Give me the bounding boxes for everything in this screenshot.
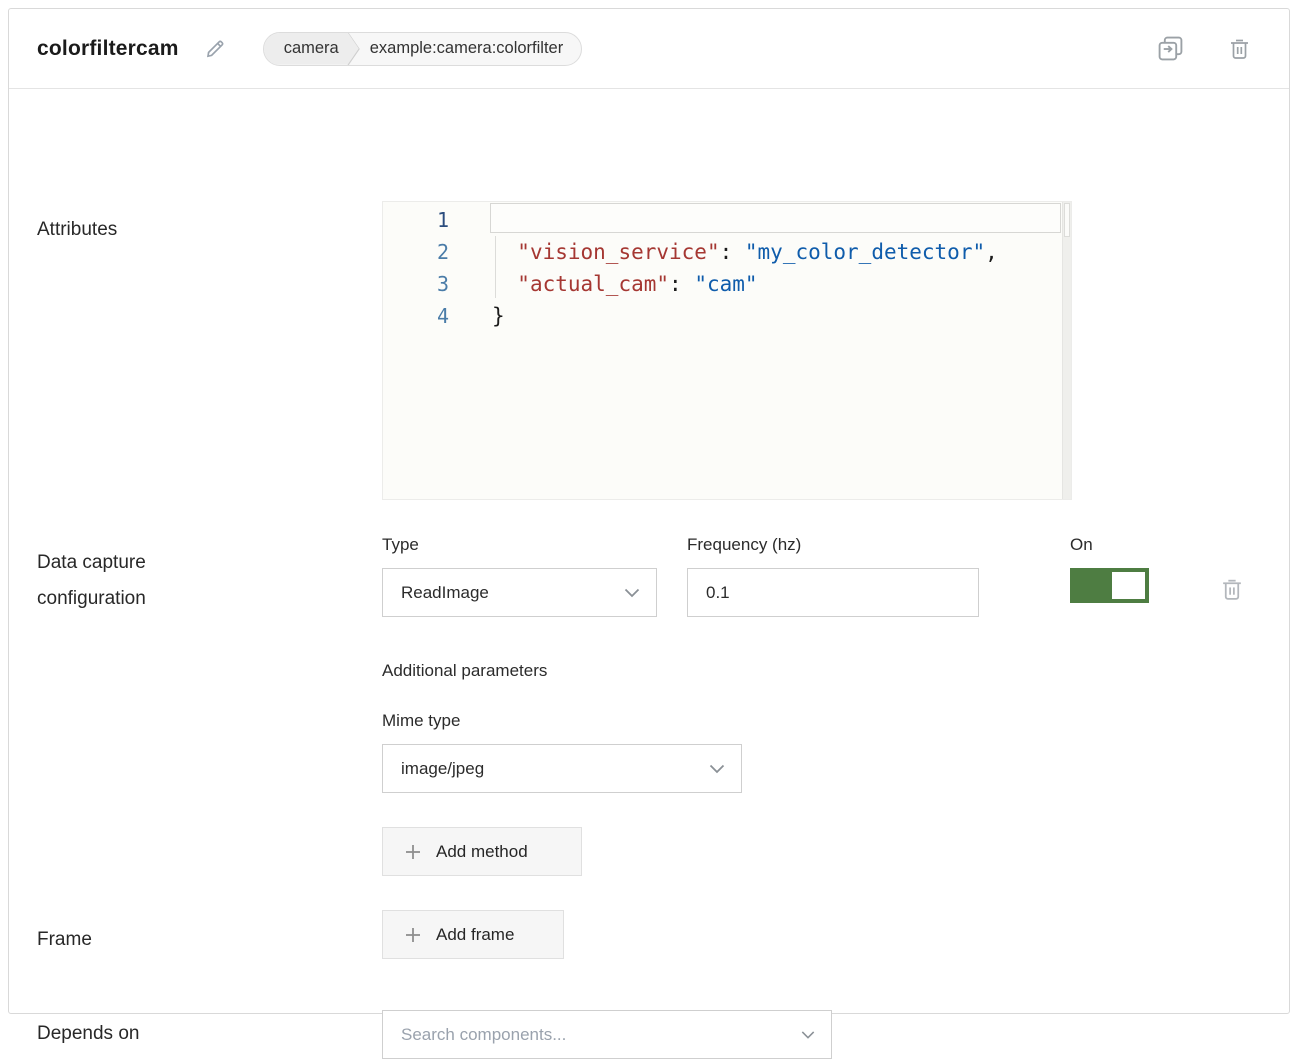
delete-capture-method-button[interactable]	[1220, 576, 1244, 602]
component-name: colorfiltercam	[37, 37, 179, 61]
code-separator: :	[720, 240, 745, 264]
mime-type-value: image/jpeg	[401, 759, 484, 779]
frame-label: Frame	[37, 929, 92, 951]
code-key: "actual_cam"	[517, 272, 669, 296]
line-number: 1	[383, 204, 449, 236]
add-frame-button[interactable]: Add frame	[382, 910, 564, 959]
capture-type-value: ReadImage	[401, 583, 489, 603]
pill-category: camera	[264, 33, 359, 65]
rename-button[interactable]	[203, 37, 227, 61]
depends-on-label: Depends on	[37, 1023, 139, 1045]
duplicate-button[interactable]	[1157, 35, 1184, 62]
frequency-label: Frequency (hz)	[687, 535, 801, 555]
depends-on-field-wrap	[382, 1010, 832, 1059]
card-body: Attributes 1 { 2 "vision_service": "my_c…	[9, 89, 1289, 1013]
capture-type-label: Type	[382, 535, 419, 555]
code-line: 2 "vision_service": "my_color_detector",	[383, 236, 1071, 268]
add-method-button[interactable]: Add method	[382, 827, 582, 876]
code-brace: }	[492, 304, 505, 328]
editor-scrollbar[interactable]	[1062, 202, 1071, 499]
mime-type-label: Mime type	[382, 711, 460, 731]
edit-pencil-icon	[203, 37, 227, 61]
code-key: "vision_service"	[517, 240, 719, 264]
line-number: 4	[383, 300, 449, 332]
chevron-down-icon	[709, 764, 725, 774]
code-brace: {	[492, 208, 505, 232]
code-line: 1 {	[383, 204, 1071, 236]
data-capture-label: Data capture configuration	[37, 545, 247, 617]
line-number: 3	[383, 268, 449, 300]
chevron-down-icon	[624, 588, 640, 598]
code-value: "cam"	[694, 272, 757, 296]
frequency-field-wrap	[687, 568, 979, 617]
frequency-input[interactable]	[688, 569, 978, 616]
attributes-json-editor[interactable]: 1 { 2 "vision_service": "my_color_detect…	[382, 201, 1072, 500]
mime-type-select[interactable]: image/jpeg	[382, 744, 742, 793]
trash-icon	[1228, 36, 1251, 61]
delete-component-button[interactable]	[1228, 36, 1251, 61]
indent-guide	[495, 236, 496, 298]
duplicate-icon	[1157, 35, 1184, 62]
code-separator: :	[669, 272, 694, 296]
header-actions	[1157, 35, 1251, 62]
card-header: colorfiltercam camera example:camera:col…	[9, 9, 1289, 89]
code-line: 4 }	[383, 300, 1071, 332]
toggle-knob	[1112, 572, 1145, 599]
additional-parameters-label: Additional parameters	[382, 661, 547, 681]
capture-toggle[interactable]	[1070, 568, 1149, 603]
capture-type-select[interactable]: ReadImage	[382, 568, 657, 617]
editor-lines: 1 { 2 "vision_service": "my_color_detect…	[383, 202, 1071, 332]
trash-icon	[1220, 576, 1244, 602]
depends-on-search-input[interactable]	[383, 1011, 831, 1058]
pill-model: example:camera:colorfilter	[360, 33, 582, 65]
editor-scrollbar-thumb[interactable]	[1064, 203, 1070, 237]
code-comma: ,	[985, 240, 998, 264]
code-line: 3 "actual_cam": "cam"	[383, 268, 1071, 300]
component-config-card: colorfiltercam camera example:camera:col…	[8, 8, 1290, 1014]
type-model-pill: camera example:camera:colorfilter	[263, 32, 583, 66]
capture-on-label: On	[1070, 535, 1093, 555]
line-number: 2	[383, 236, 449, 268]
add-method-label: Add method	[436, 842, 528, 862]
code-value: "my_color_detector"	[745, 240, 985, 264]
plus-icon	[405, 844, 421, 860]
chevron-down-icon	[801, 1030, 815, 1039]
add-frame-label: Add frame	[436, 925, 514, 945]
plus-icon	[405, 927, 421, 943]
attributes-label: Attributes	[37, 219, 117, 241]
